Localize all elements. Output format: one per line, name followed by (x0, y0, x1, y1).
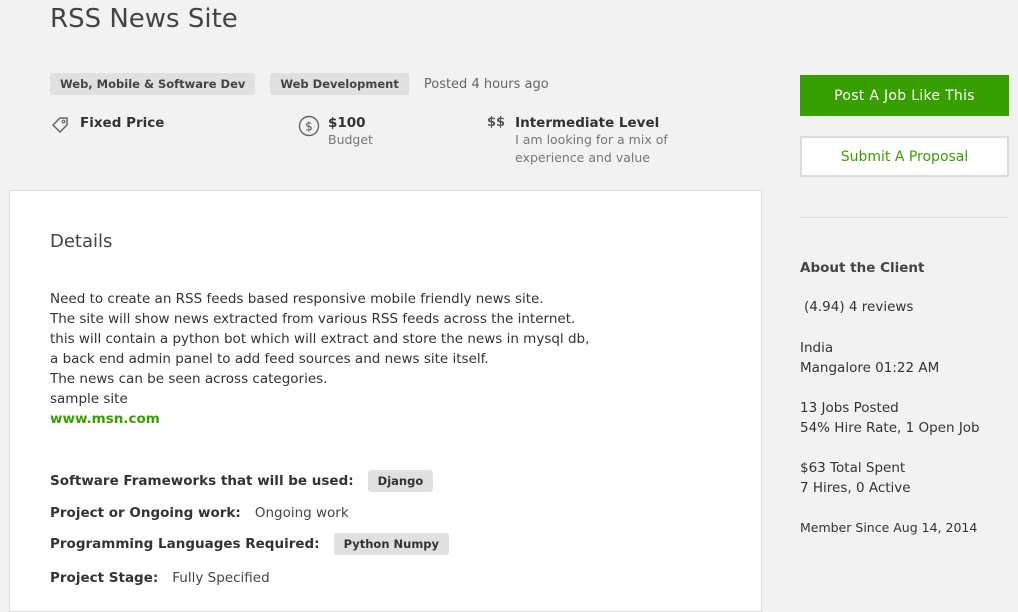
project-stage-row: Project Stage: Fully Specified (50, 570, 270, 586)
category-tag[interactable]: Web, Mobile & Software Dev (50, 73, 256, 95)
frameworks-row: Software Frameworks that will be used: D… (50, 470, 434, 492)
posted-time: Posted 4 hours ago (423, 76, 549, 92)
budget-value: $100 (328, 115, 366, 131)
job-tags: Web, Mobile & Software Dev Web Developme… (50, 73, 549, 95)
language-chip[interactable]: Python Numpy (333, 533, 450, 555)
sidebar-divider (800, 217, 1009, 218)
price-type: Fixed Price (50, 115, 164, 139)
details-panel: Details Need to create an RSS feeds base… (9, 190, 762, 612)
level-icon: $$ (487, 115, 506, 130)
framework-chip[interactable]: Django (367, 470, 434, 492)
sample-site-link[interactable]: www.msn.com (50, 409, 670, 429)
client-hires: 7 Hires, 0 Active (800, 480, 911, 496)
level-label: Intermediate Level (515, 115, 660, 131)
dollar-circle-icon: $ (298, 115, 320, 141)
description-line: The news can be seen across categories. (50, 371, 328, 387)
description-line: this will contain a python bot which wil… (50, 331, 590, 347)
job-description: Need to create an RSS feeds based respon… (50, 289, 670, 429)
frameworks-label: Software Frameworks that will be used: (50, 473, 354, 489)
level-desc-2: experience and value (515, 150, 650, 165)
client-rating: (4.94) 4 reviews (804, 299, 914, 315)
subcategory-tag[interactable]: Web Development (270, 73, 409, 95)
level-desc-1: I am looking for a mix of (515, 132, 668, 147)
languages-label: Programming Languages Required: (50, 536, 320, 552)
client-total-spent: $63 Total Spent (800, 460, 906, 476)
svg-text:$: $ (305, 120, 313, 134)
price-tag-icon (50, 115, 70, 139)
project-type-row: Project or Ongoing work: Ongoing work (50, 505, 349, 521)
client-country: India (800, 340, 834, 356)
project-type-value: Ongoing work (254, 505, 349, 521)
page-title: RSS News Site (50, 4, 238, 34)
client-hire-rate: 54% Hire Rate, 1 Open Job (800, 420, 980, 436)
details-heading: Details (50, 231, 113, 252)
description-line: Need to create an RSS feeds based respon… (50, 291, 544, 307)
client-location-time: Mangalore 01:22 AM (800, 360, 940, 376)
project-stage-value: Fully Specified (172, 570, 270, 586)
client-member-since: Member Since Aug 14, 2014 (800, 520, 978, 535)
client-jobs-posted: 13 Jobs Posted (800, 400, 899, 416)
description-line: The site will show news extracted from v… (50, 311, 576, 327)
price-type-label: Fixed Price (80, 115, 165, 131)
languages-row: Programming Languages Required: Python N… (50, 533, 450, 555)
description-line: sample site (50, 391, 128, 407)
budget-label: Budget (328, 132, 373, 147)
post-job-button[interactable]: Post A Job Like This (800, 75, 1009, 116)
submit-proposal-button[interactable]: Submit A Proposal (800, 136, 1009, 177)
description-line: a back end admin panel to add feed sourc… (50, 351, 489, 367)
experience-level: $$ Intermediate Level I am looking for a… (487, 115, 668, 167)
budget: $ $100 Budget (298, 115, 373, 149)
project-stage-label: Project Stage: (50, 570, 159, 586)
project-type-label: Project or Ongoing work: (50, 505, 241, 521)
about-client-heading: About the Client (800, 260, 925, 276)
